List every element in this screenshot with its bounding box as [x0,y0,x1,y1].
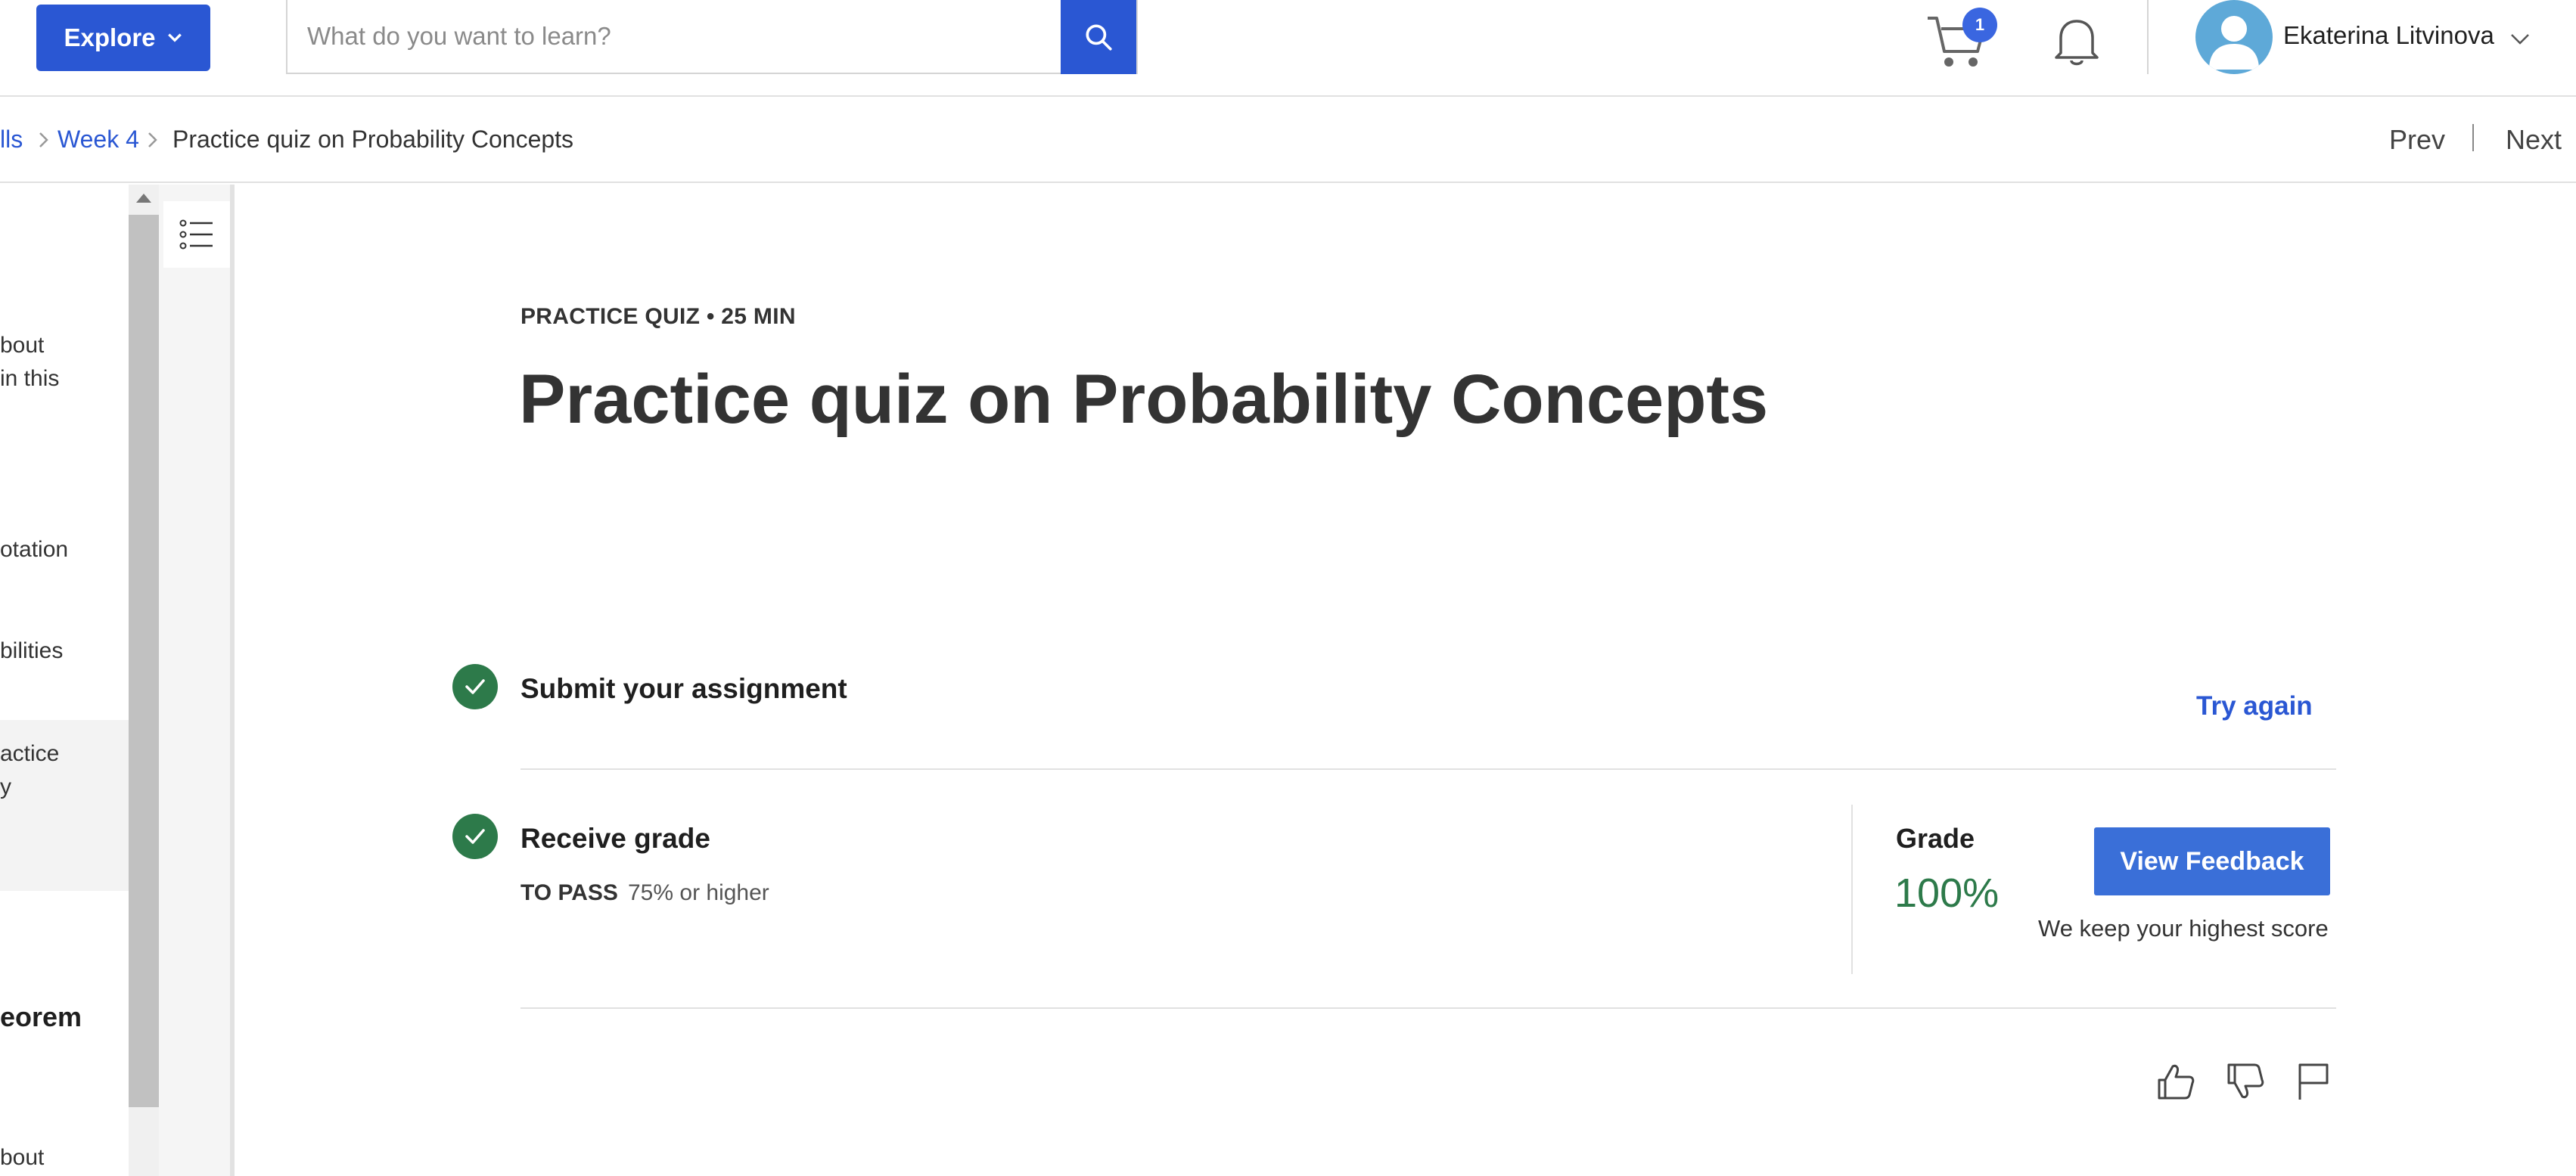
to-pass-value: 75% or higher [628,880,769,905]
sidebar-item-text[interactable]: bilities [0,634,63,669]
grade-divider [1851,805,1853,974]
flag-icon[interactable] [2292,1060,2335,1103]
next-link[interactable]: Next [2506,124,2562,156]
cart-button[interactable]: 1 [1925,8,2008,76]
breadcrumb: lls Week 4 Practice quiz on Probability … [0,98,2576,183]
course-outline-sidebar: bout in this otation bilities actice y e… [0,185,129,1176]
sidebar-item-text[interactable]: bout [0,328,44,363]
search-icon [1086,24,1112,51]
to-pass-label: TO PASS [520,880,618,905]
thumbs-up-icon[interactable] [2155,1060,2197,1103]
thumbs-down-icon[interactable] [2224,1060,2267,1103]
sidebar-section-title[interactable]: eorem [0,1001,82,1033]
search-input[interactable] [287,0,1061,73]
try-again-link[interactable]: Try again [2196,691,2313,721]
sidebar-item-text[interactable]: otation [0,532,68,567]
divider [520,768,2336,770]
search-bar [286,0,1138,74]
chevron-down-icon[interactable] [2509,27,2531,50]
divider [520,1007,2336,1009]
quiz-kicker: PRACTICE QUIZ • 25 MIN [520,304,796,329]
step-submit-title: Submit your assignment [520,673,847,704]
grade-value: 100% [1894,870,2000,916]
chevron-down-icon [167,33,182,42]
outline-toggle-button[interactable] [163,201,230,268]
header-divider [2147,0,2149,74]
chevron-right-icon [148,132,157,147]
view-feedback-button[interactable]: View Feedback [2094,827,2330,895]
outline-toggle-rail [159,185,235,1176]
keep-score-note: We keep your highest score [2038,915,2329,942]
user-name[interactable]: Ekaterina Litvinova [2283,21,2494,50]
sidebar-item-text[interactable]: y [0,770,11,805]
nav-divider [2472,124,2474,151]
breadcrumb-item[interactable]: lls [0,126,23,154]
top-header: Explore 1 Ekaterina Litvinova [0,0,2576,97]
prev-link[interactable]: Prev [2389,124,2445,156]
page-title: Practice quiz on Probability Concepts [519,361,1769,438]
grade-label: Grade [1896,823,1975,854]
cart-count-badge: 1 [1962,8,1997,42]
sidebar-item-text[interactable]: bout [0,1140,44,1175]
check-circle-icon [452,814,498,859]
explore-button[interactable]: Explore [36,5,210,71]
list-icon [179,219,213,250]
bell-icon[interactable] [2050,14,2103,68]
chevron-right-icon [39,132,48,147]
sidebar-scrollbar[interactable] [129,185,159,1176]
user-avatar[interactable] [2195,0,2273,74]
breadcrumb-item-week[interactable]: Week 4 [57,126,139,154]
user-avatar-icon [2209,16,2259,70]
sidebar-item-text[interactable]: in this [0,361,59,396]
step-grade-title: Receive grade [520,823,710,854]
search-button[interactable] [1061,0,1136,74]
scroll-up-arrow-icon[interactable] [136,194,151,203]
explore-label: Explore [64,23,156,51]
check-circle-icon [452,664,498,709]
breadcrumb-current: Practice quiz on Probability Concepts [172,126,574,153]
scrollbar-thumb[interactable] [129,215,159,1107]
sidebar-item-text[interactable]: actice [0,737,59,771]
